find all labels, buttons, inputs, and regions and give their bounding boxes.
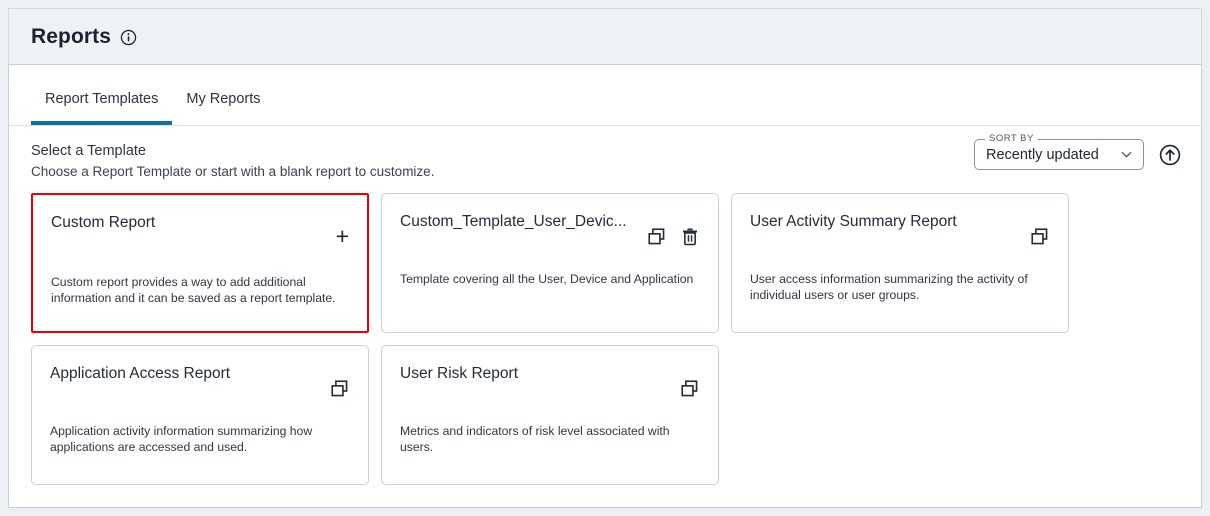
page-header: Reports [8,8,1202,64]
template-card-application-access-report[interactable]: Application Access Report Application ac… [31,345,369,485]
copy-icon[interactable] [1029,226,1050,247]
card-header: User Activity Summary Report [750,212,1050,245]
template-card-custom-template-user-device[interactable]: Custom_Template_User_Devic... Template c… [381,193,719,333]
card-title: Application Access Report [50,365,231,382]
tab-label: My Reports [186,91,261,107]
template-card-custom-report[interactable]: Custom Report + Custom report provides a… [31,193,369,333]
card-description: Metrics and indicators of risk level ass… [400,424,670,454]
card-header: Application Access Report [50,364,350,397]
card-header: Custom_Template_User_Devic... [400,212,700,246]
template-card-user-activity-summary-report[interactable]: User Activity Summary Report User access… [731,193,1069,333]
card-description: User access information summarizing the … [750,272,1028,302]
card-actions [679,378,700,399]
tab-bar: Report Templates My Reports [9,65,1201,126]
card-description: Application activity information summari… [50,424,313,454]
tab-panel: Report Templates My Reports Select a Tem… [8,64,1202,508]
card-title: User Risk Report [400,365,518,382]
copy-icon[interactable] [646,226,667,247]
sort-direction-button[interactable] [1157,142,1183,168]
select-template-section: Select a Template Choose a Report Templa… [9,126,1201,179]
chevron-down-icon [1118,146,1135,163]
sort-by-select[interactable]: SORT BY Recently updated [974,133,1144,170]
card-actions [646,226,700,247]
trash-icon[interactable] [680,226,700,247]
tab-report-templates[interactable]: Report Templates [31,91,173,125]
card-title: Custom Report [51,214,156,231]
page-title: Reports [31,24,112,48]
template-card-grid: Custom Report + Custom report provides a… [9,179,1109,485]
sort-by-legend: SORT BY [985,133,1038,144]
card-header: Custom Report + [51,213,349,248]
card-title: Custom_Template_User_Devic... [400,213,627,230]
card-title: User Activity Summary Report [750,213,957,230]
card-description: Custom report provides a way to add addi… [51,275,336,305]
card-header: User Risk Report [400,364,700,397]
reports-page: Reports Report Templates My Reports Sele… [0,0,1210,516]
card-actions [329,378,350,399]
card-actions [1029,226,1050,247]
copy-icon[interactable] [679,378,700,399]
tab-my-reports[interactable]: My Reports [172,91,274,125]
sort-controls: SORT BY Recently updated [974,133,1183,170]
info-circle-icon[interactable] [120,29,137,46]
plus-icon[interactable]: + [336,225,349,248]
tab-label: Report Templates [45,91,159,107]
sort-by-value: Recently updated [986,146,1099,163]
copy-icon[interactable] [329,378,350,399]
template-card-user-risk-report[interactable]: User Risk Report Metrics and indicators … [381,345,719,485]
card-description: Template covering all the User, Device a… [400,272,694,286]
